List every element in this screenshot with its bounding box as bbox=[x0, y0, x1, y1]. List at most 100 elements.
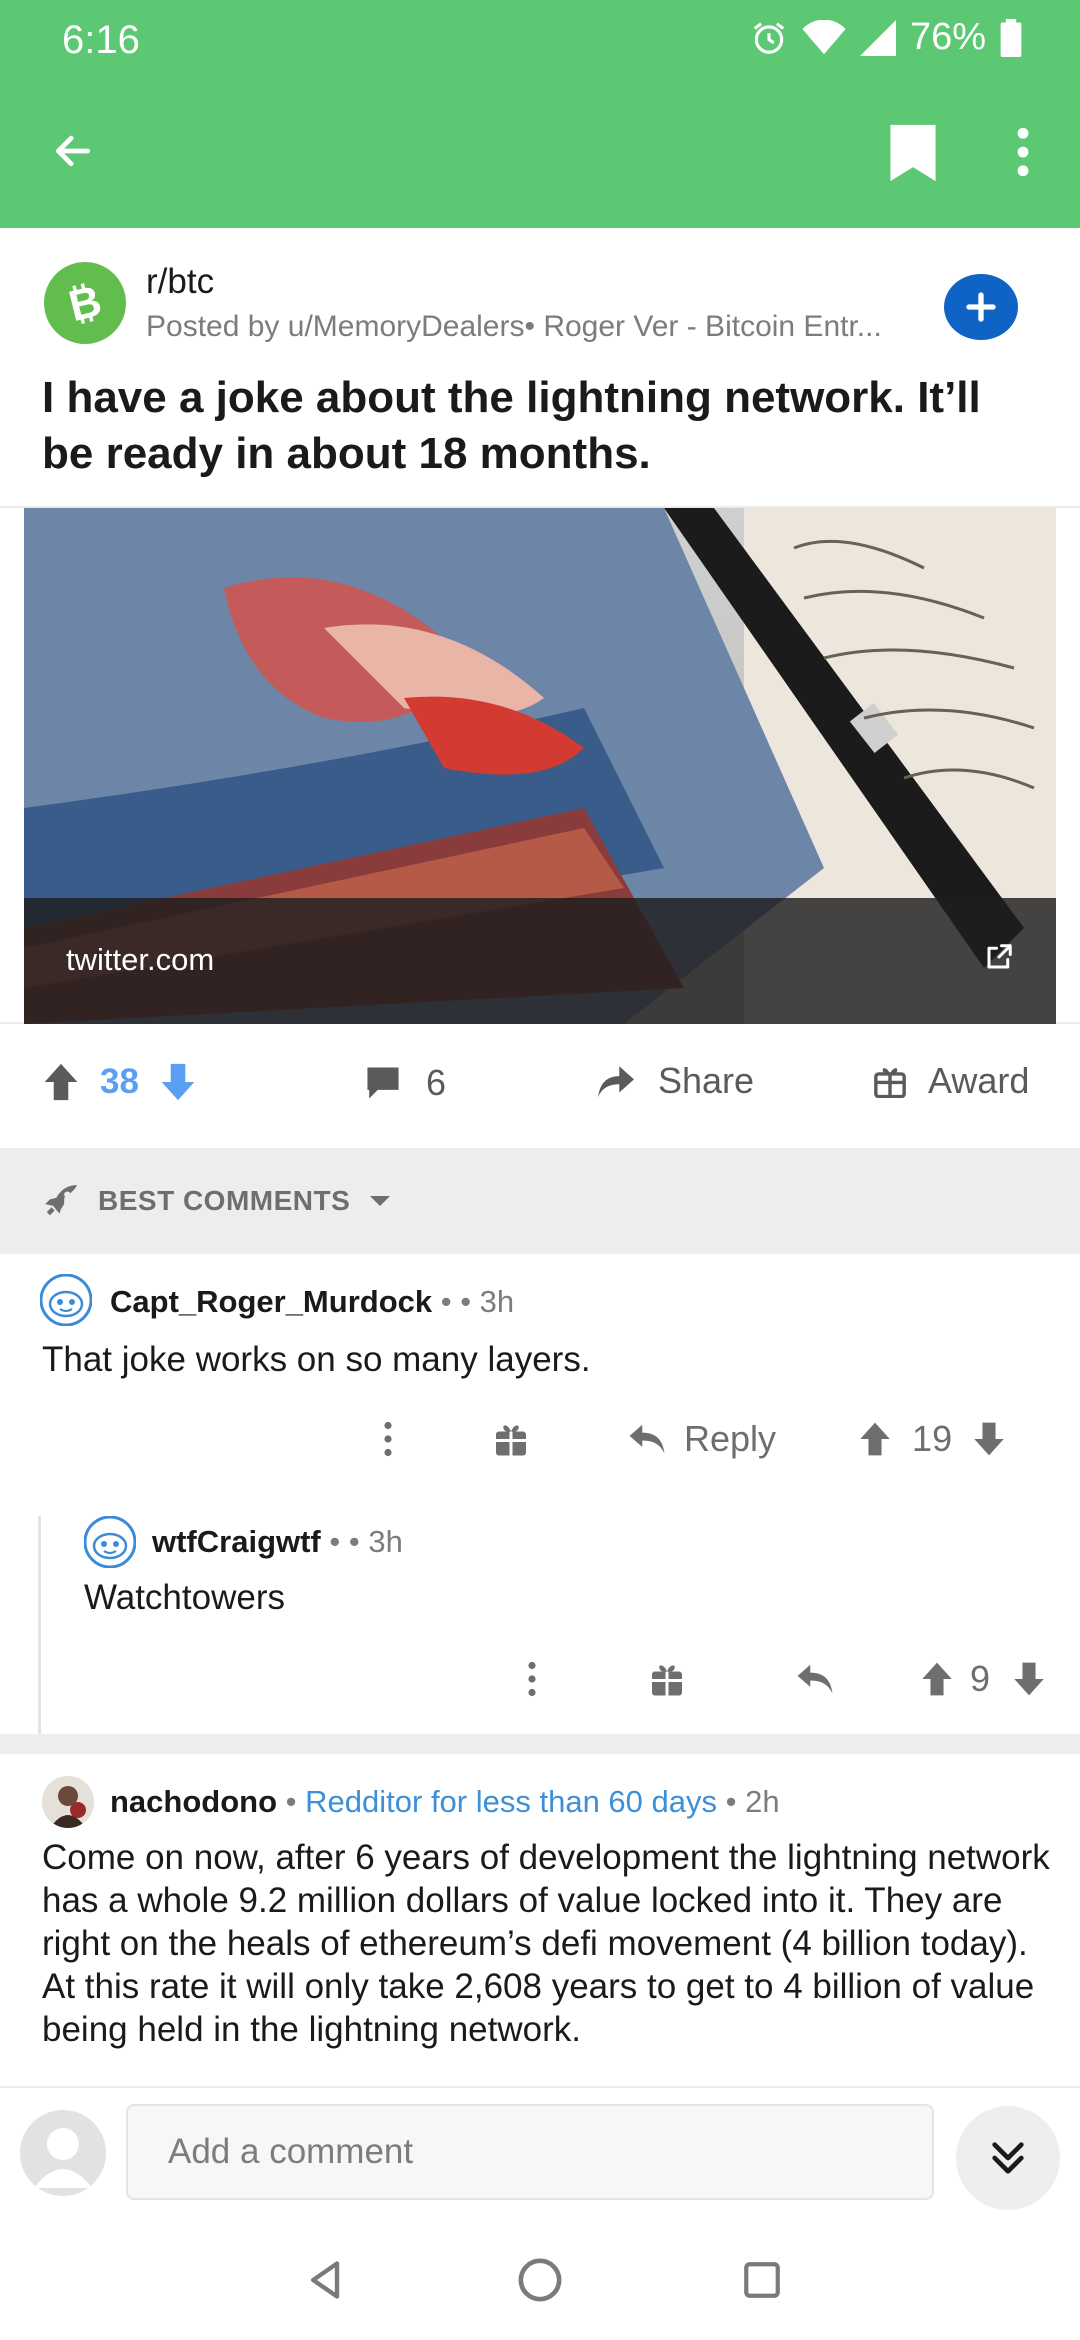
post-title: I have a joke about the lightning networ… bbox=[42, 373, 981, 478]
upvote-icon[interactable] bbox=[858, 1421, 892, 1457]
reply-button[interactable]: Reply bbox=[628, 1418, 776, 1460]
more-vertical-icon[interactable] bbox=[382, 1421, 394, 1457]
comment-actions: 9 bbox=[526, 1658, 1046, 1700]
link-overlay: twitter.com bbox=[24, 898, 1056, 1024]
comment-vote-group: 19 bbox=[858, 1418, 1006, 1460]
signal-icon bbox=[859, 19, 896, 56]
post-header: B r/btc Posted by u/MemoryDealers• Roger… bbox=[0, 228, 1080, 508]
comment-sort-bar[interactable]: BEST COMMENTS bbox=[0, 1148, 1080, 1254]
share-button[interactable]: Share bbox=[596, 1060, 754, 1102]
comment-time: • • 3h bbox=[329, 1524, 403, 1559]
avatar[interactable] bbox=[42, 1776, 94, 1828]
reply-arrow-icon bbox=[629, 1424, 665, 1454]
system-nav-bar bbox=[0, 2222, 1080, 2340]
comment-meta: Capt_Roger_Murdock • • 3h bbox=[110, 1284, 514, 1320]
user-flair: Redditor for less than 60 days bbox=[305, 1784, 717, 1819]
meta-dot: • bbox=[285, 1784, 297, 1819]
gift-icon bbox=[874, 1068, 906, 1098]
more-vertical-icon bbox=[1017, 127, 1029, 177]
comment-time: • • 3h bbox=[440, 1284, 515, 1319]
link-thumbnail[interactable]: twitter.com bbox=[24, 508, 1056, 1024]
triangle-back-icon bbox=[310, 2261, 340, 2299]
external-link-icon bbox=[984, 942, 1014, 977]
wifi-icon bbox=[802, 19, 846, 54]
upvote-icon[interactable] bbox=[920, 1661, 954, 1697]
downvote-icon[interactable] bbox=[972, 1421, 1006, 1457]
posted-by[interactable]: Posted by u/MemoryDealers• Roger Ver - B… bbox=[146, 310, 926, 344]
comment-author[interactable]: nachodono bbox=[110, 1784, 277, 1819]
arrow-left-icon bbox=[55, 135, 91, 167]
nav-recents-button[interactable] bbox=[732, 2250, 792, 2310]
comments-count: 6 bbox=[426, 1062, 447, 1103]
plus-icon bbox=[966, 292, 996, 322]
double-chevron-down-icon bbox=[992, 2142, 1024, 2174]
comment-time: • 2h bbox=[725, 1784, 780, 1819]
downvote-icon[interactable] bbox=[159, 1062, 197, 1102]
sort-label: BEST COMMENTS bbox=[98, 1185, 351, 1216]
comment-body: Watchtowers bbox=[84, 1578, 285, 1617]
post-score: 38 bbox=[100, 1062, 139, 1101]
subreddit-avatar[interactable]: B bbox=[44, 262, 126, 344]
share-arrow-icon bbox=[598, 1066, 634, 1098]
snoo-avatar-icon bbox=[83, 1515, 137, 1569]
subreddit-name[interactable]: r/btc bbox=[146, 262, 214, 302]
chevron-down-icon bbox=[370, 1196, 391, 1206]
reply-label: Reply bbox=[684, 1418, 777, 1459]
comment-meta: nachodono • Redditor for less than 60 da… bbox=[110, 1784, 780, 1820]
jump-to-comments-button[interactable] bbox=[956, 2106, 1060, 2210]
comment-compose-bar: Add a comment bbox=[0, 2086, 1080, 2222]
save-post-button[interactable] bbox=[884, 122, 942, 184]
avatar[interactable] bbox=[20, 2110, 106, 2196]
nav-back-button[interactable] bbox=[296, 2250, 356, 2310]
award-label: Award bbox=[928, 1060, 1030, 1101]
bookmark-icon bbox=[890, 124, 936, 182]
comment-author[interactable]: Capt_Roger_Murdock bbox=[110, 1284, 432, 1319]
comments-button[interactable]: 6 bbox=[364, 1062, 446, 1104]
join-subreddit-button[interactable] bbox=[944, 274, 1018, 340]
avatar[interactable] bbox=[83, 1515, 137, 1569]
bitcoin-logo-icon: B bbox=[64, 277, 106, 329]
comment-actions: Reply 19 bbox=[382, 1418, 1006, 1460]
back-button[interactable] bbox=[40, 118, 106, 184]
comment-nachodono: nachodono • Redditor for less than 60 da… bbox=[0, 1754, 1080, 2086]
app-top-bar: 6:16 76% bbox=[0, 0, 1080, 228]
comment-capt-roger-murdock: Capt_Roger_Murdock • • 3h That joke work… bbox=[0, 1254, 1080, 1966]
gift-icon[interactable] bbox=[650, 1661, 684, 1697]
status-time: 6:16 bbox=[62, 18, 140, 62]
alarm-icon bbox=[753, 21, 785, 54]
snoo-avatar-icon bbox=[39, 1273, 93, 1327]
rocket-icon bbox=[45, 1185, 77, 1216]
user-placeholder-icon bbox=[34, 2128, 92, 2188]
user-photo-avatar bbox=[42, 1776, 94, 1828]
battery-percent: 76% bbox=[909, 16, 986, 58]
circle-home-icon bbox=[518, 2258, 562, 2302]
battery-icon bbox=[1000, 18, 1022, 57]
gift-icon[interactable] bbox=[494, 1421, 528, 1457]
more-vertical-icon[interactable] bbox=[526, 1661, 538, 1697]
link-domain: twitter.com bbox=[66, 942, 215, 977]
comment-body: Come on now, after 6 years of developmen… bbox=[42, 1838, 1050, 2049]
square-recents-icon bbox=[744, 2262, 780, 2298]
link-preview[interactable]: twitter.com bbox=[0, 506, 1080, 1024]
comment-meta: wtfCraigwtf • • 3h bbox=[152, 1524, 403, 1560]
upvote-icon[interactable] bbox=[42, 1062, 80, 1102]
post-vote-group: 38 bbox=[42, 1062, 197, 1102]
reply-arrow-icon[interactable] bbox=[796, 1663, 834, 1695]
share-label: Share bbox=[658, 1060, 755, 1101]
post-action-bar: 38 6 Share Award bbox=[0, 1024, 1080, 1148]
comment-vote-group: 9 bbox=[920, 1658, 1046, 1700]
comment-score: 9 bbox=[970, 1658, 991, 1699]
nav-home-button[interactable] bbox=[510, 2250, 570, 2310]
comment-bubble-icon bbox=[367, 1067, 399, 1099]
comment-author[interactable]: wtfCraigwtf bbox=[152, 1524, 321, 1559]
award-button[interactable]: Award bbox=[874, 1060, 1029, 1102]
svg-text:B: B bbox=[64, 277, 106, 329]
status-icons: 76% bbox=[750, 16, 1022, 59]
add-comment-input[interactable]: Add a comment bbox=[126, 2104, 934, 2200]
more-options-button[interactable] bbox=[1000, 118, 1046, 186]
downvote-icon[interactable] bbox=[1012, 1661, 1046, 1697]
avatar[interactable] bbox=[39, 1273, 93, 1327]
comment-divider bbox=[0, 1734, 1080, 1754]
comment-body: That joke works on so many layers. bbox=[42, 1340, 591, 1379]
comment-score: 19 bbox=[912, 1418, 953, 1459]
